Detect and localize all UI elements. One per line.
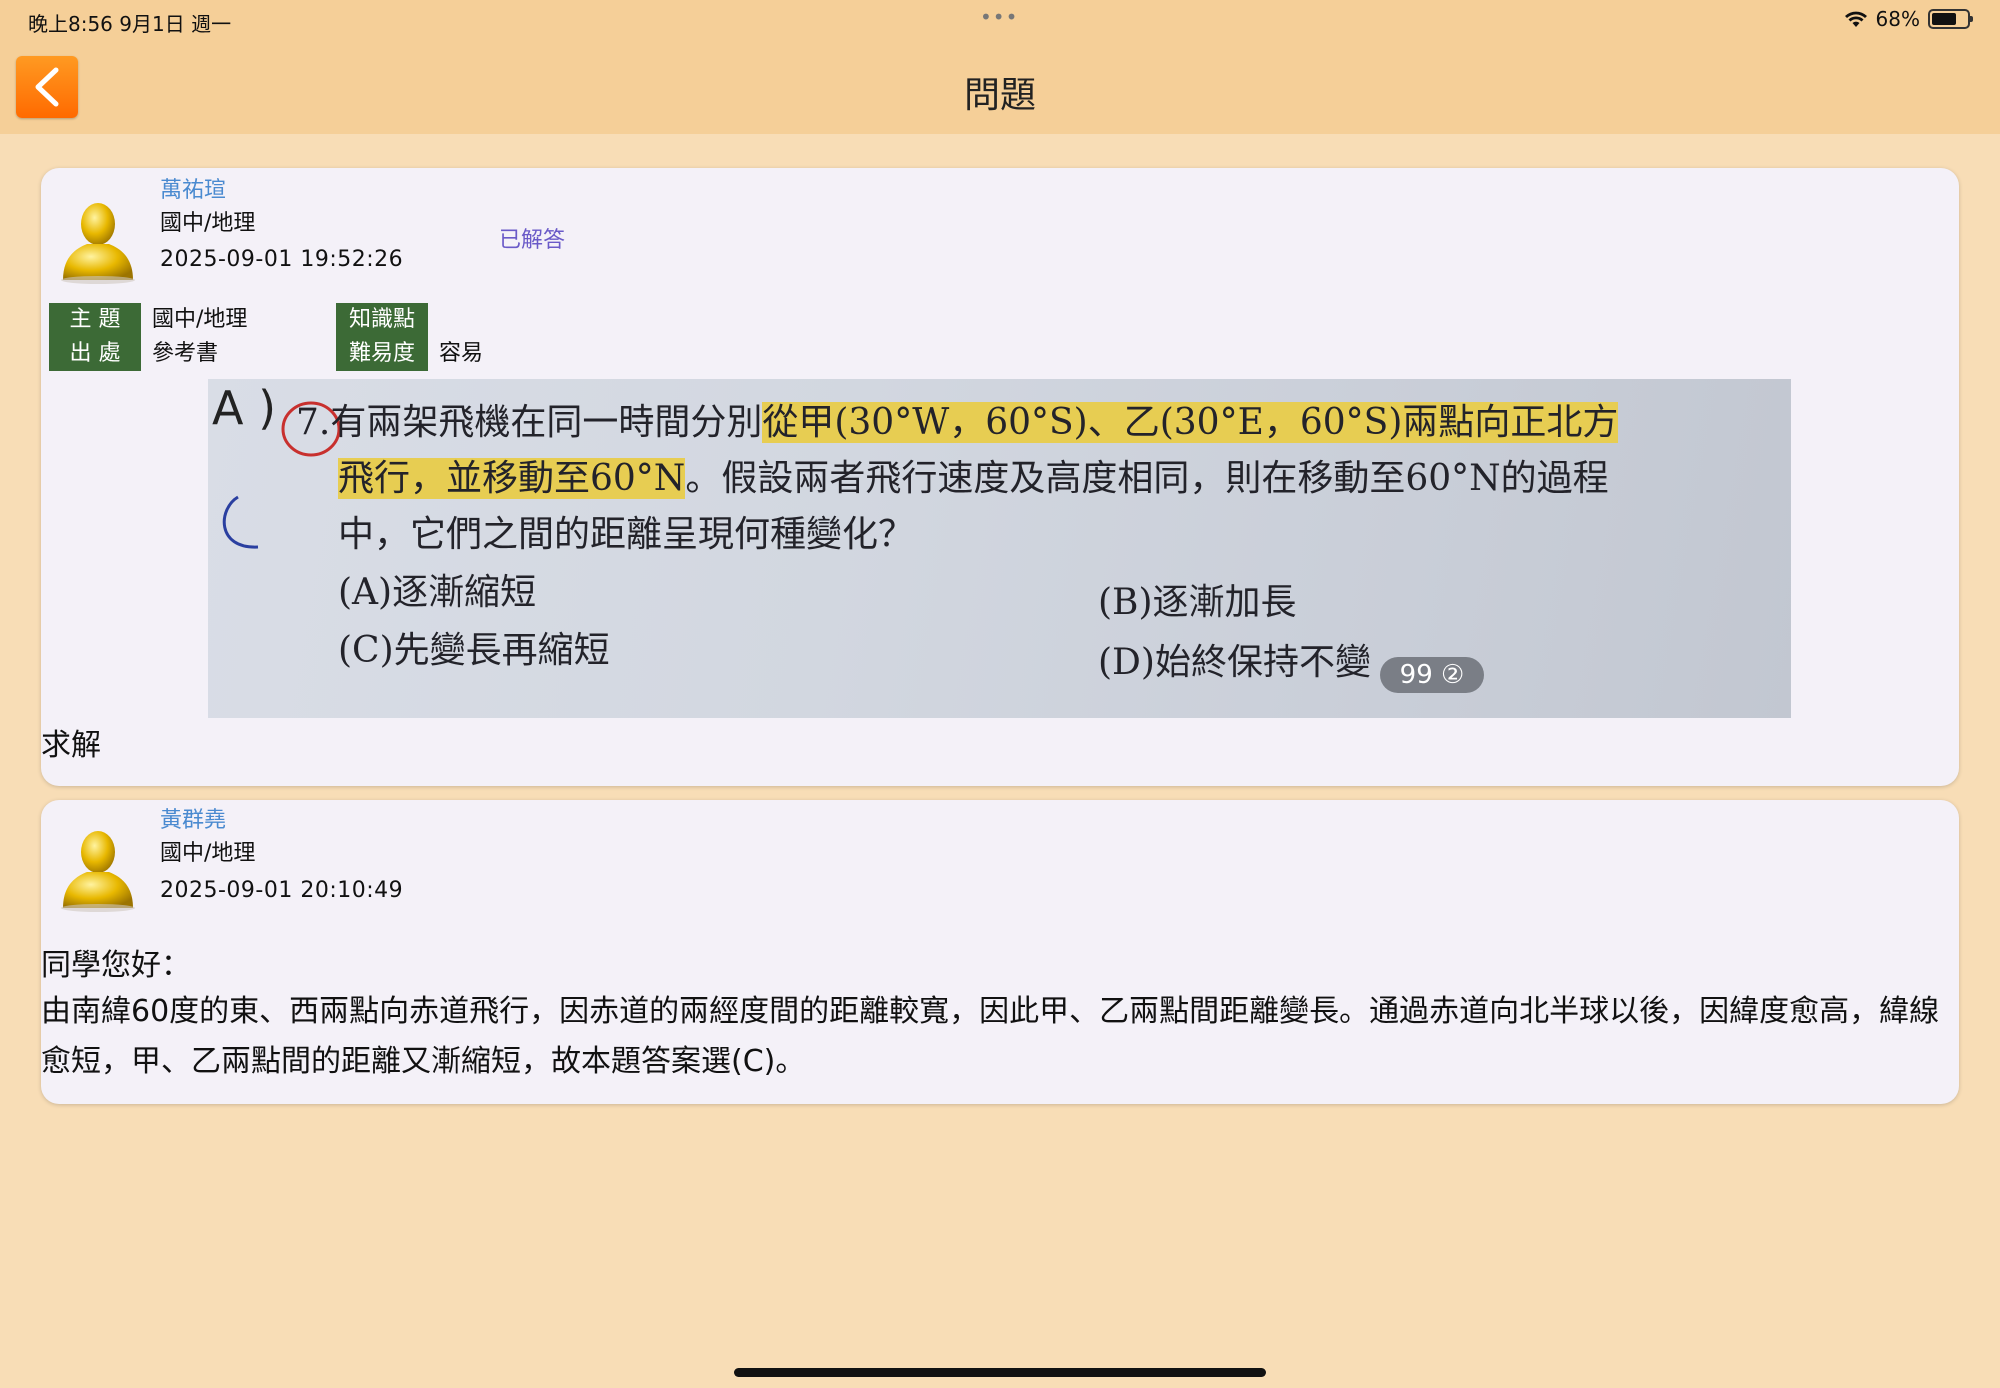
tag-difficulty-value: 容易: [439, 341, 484, 366]
option-b: (B)逐漸加長: [1098, 582, 1297, 623]
author-name[interactable]: 黃群堯: [160, 802, 226, 834]
photo-line1-highlight: 從甲(30°W，60°S)、乙(30°E，60°S)兩點向正北方: [762, 402, 1619, 443]
tag-source-label: 出 處: [49, 337, 141, 371]
answer-card: 黃群堯 國中/地理 2025-09-01 20:10:49 同學您好： 由南緯6…: [41, 800, 1959, 1104]
home-indicator[interactable]: [734, 1368, 1266, 1377]
post-time: 2025-09-01 19:52:26: [160, 247, 404, 272]
page-title: 問題: [963, 75, 1036, 116]
photo-line3: 中，它們之間的距離呈現何種變化？: [338, 514, 915, 555]
status-time: 晚上8:56 9月1日 週一: [28, 12, 232, 36]
battery-icon: [1928, 9, 1973, 29]
post-time: 2025-09-01 20:10:49: [160, 878, 404, 903]
status-badge: 已解答: [499, 228, 566, 253]
author-subject: 國中/地理: [160, 211, 256, 236]
photo-line2-highlight: 飛行，並移動至60°N: [338, 458, 686, 499]
answer-body: 由南緯60度的東、西兩點向赤道飛行，因赤道的兩經度間的距離較寬，因此甲、乙兩點間…: [41, 994, 1940, 1079]
photo-line1-pre: 7.有兩架飛機在同一時間分別: [296, 402, 763, 443]
option-d: (D)始終保持不變: [1098, 642, 1371, 683]
author-name[interactable]: 萬祐瑄: [160, 172, 226, 204]
option-c: (C)先變長再縮短: [338, 630, 610, 671]
answer-greeting: 同學您好：: [41, 948, 191, 983]
author-subject: 國中/地理: [160, 841, 256, 866]
multitask-dots[interactable]: •••: [980, 5, 1018, 29]
question-card: 萬祐瑄 國中/地理 2025-09-01 19:52:26 已解答 主 題 國中…: [41, 168, 1959, 786]
tag-topic-label: 主 題: [49, 303, 141, 337]
option-a: (A)逐漸縮短: [338, 572, 537, 613]
question-body: 求解: [41, 728, 101, 763]
tag-difficulty-label: 難易度: [336, 337, 428, 371]
page-badge: 99 ②: [1380, 657, 1484, 693]
tag-source-value: 參考書: [152, 341, 219, 366]
status-right: 68%: [1844, 7, 1973, 31]
status-bar: 晚上8:56 9月1日 週一 ••• 68%: [0, 0, 2000, 40]
tag-knowledge-label: 知識點: [336, 303, 428, 337]
nav-bar: 問題: [0, 40, 2000, 134]
photo-line2-post: 。假設兩者飛行速度及高度相同，則在移動至60°N的過程: [685, 458, 1609, 499]
tag-topic-value: 國中/地理: [152, 307, 248, 332]
question-photo[interactable]: A ) 7.有兩架飛機在同一時間分別從甲(30°W，60°S)、乙(30°E，6…: [208, 379, 1791, 718]
wifi-icon: [1844, 11, 1867, 27]
battery-percent: 68%: [1875, 7, 1920, 31]
avatar[interactable]: [57, 194, 139, 284]
avatar[interactable]: [57, 822, 139, 912]
